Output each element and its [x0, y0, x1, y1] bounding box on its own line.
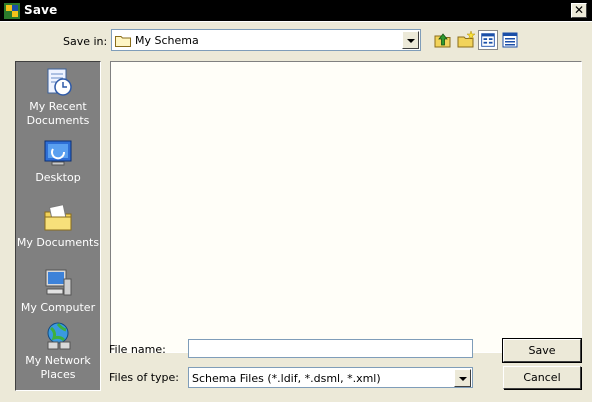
- close-button[interactable]: ✕: [571, 3, 587, 18]
- place-desktop[interactable]: Desktop: [16, 137, 100, 185]
- place-label: Documents: [26, 114, 90, 127]
- file-name-input[interactable]: [188, 339, 473, 358]
- chevron-down-icon[interactable]: [402, 31, 419, 49]
- place-label: My Documents: [16, 236, 100, 249]
- place-my-recent-documents[interactable]: My Recent Documents: [16, 66, 100, 128]
- place-label: Desktop: [35, 171, 81, 184]
- close-icon: ✕: [573, 3, 585, 17]
- place-label: My Recent: [29, 100, 87, 113]
- window-title: Save: [24, 3, 58, 17]
- place-my-network-places[interactable]: My Network Places: [16, 320, 100, 382]
- save-in-label: Save in:: [63, 35, 108, 48]
- dialog-body: Save in: My Schema My Recent Documents D…: [0, 22, 592, 402]
- save-button[interactable]: Save: [502, 338, 582, 363]
- desktop-icon: [44, 140, 72, 166]
- folder-icon: [115, 36, 131, 47]
- file-list-view[interactable]: [110, 61, 582, 353]
- save-in-dropdown[interactable]: My Schema: [111, 29, 421, 51]
- app-icon: [4, 3, 20, 19]
- view-details-icon[interactable]: [500, 30, 520, 50]
- save-dialog: Save ✕ Save in: My Schema My Recent Docu…: [0, 0, 592, 402]
- place-label: My Computer: [20, 301, 96, 314]
- file-type-label: Files of type:: [109, 371, 180, 384]
- my-documents-icon: [44, 204, 72, 231]
- places-bar: My Recent Documents Desktop My Documents…: [15, 61, 101, 391]
- chevron-down-icon[interactable]: [454, 369, 471, 387]
- place-my-computer[interactable]: My Computer: [16, 267, 100, 315]
- up-one-level-icon[interactable]: [433, 30, 453, 50]
- file-type-dropdown[interactable]: Schema Files (*.ldif, *.dsml, *.xml): [188, 367, 473, 388]
- file-name-label: File name:: [109, 343, 166, 356]
- cancel-button[interactable]: Cancel: [503, 366, 581, 389]
- title-bar: Save ✕: [0, 0, 592, 22]
- file-type-value: Schema Files (*.ldif, *.dsml, *.xml): [192, 372, 381, 385]
- my-computer-icon: [45, 269, 72, 296]
- save-in-value: My Schema: [135, 34, 199, 47]
- recent-documents-icon: [47, 68, 72, 96]
- place-my-documents[interactable]: My Documents: [16, 202, 100, 250]
- network-places-icon: [47, 322, 71, 350]
- view-list-icon[interactable]: [478, 30, 498, 50]
- place-label: Places: [40, 368, 76, 381]
- place-label: My Network: [25, 354, 91, 367]
- new-folder-icon[interactable]: [456, 30, 476, 50]
